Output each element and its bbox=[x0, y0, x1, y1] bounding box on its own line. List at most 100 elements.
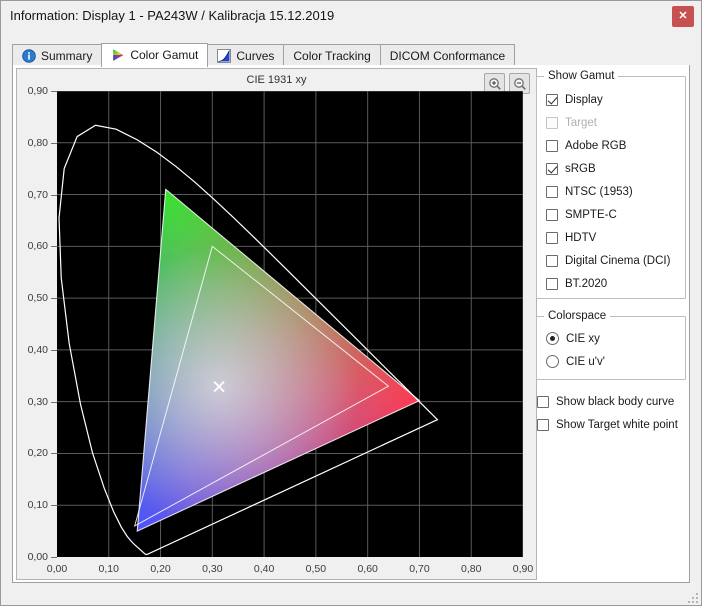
radio-icon bbox=[546, 332, 559, 345]
checkbox-icon bbox=[537, 418, 549, 431]
y-tick-mark bbox=[51, 194, 57, 196]
x-tick-label: 0,20 bbox=[150, 563, 171, 575]
checkbox-icon bbox=[546, 162, 558, 175]
checkbox-icon bbox=[546, 93, 558, 106]
resize-grip[interactable] bbox=[685, 590, 698, 603]
y-tick-mark bbox=[51, 349, 57, 351]
option-label: HDTV bbox=[565, 231, 597, 244]
option-label: CIE u'v' bbox=[566, 355, 605, 368]
checkbox-icon bbox=[546, 139, 558, 152]
zoom-out-icon bbox=[513, 77, 526, 90]
extra-options-list: Show black body curve Show Target white p… bbox=[536, 390, 686, 436]
y-tick-label: 0,60 bbox=[27, 240, 48, 253]
cie-chromaticity-plot: 0,00 0,10 0,20 0,30 0,40 0,50 0,60 0,70 0,80 0,90… bbox=[28, 85, 534, 575]
show-gamut-list: Display Target Adobe RGB sRGB NTSC (1953) SMP… bbox=[537, 77, 685, 295]
gamut-checkbox-target: Target bbox=[537, 111, 685, 134]
tab-label: Color Tracking bbox=[293, 48, 371, 63]
curves-icon bbox=[217, 48, 232, 63]
close-button[interactable]: ✕ bbox=[672, 6, 694, 27]
chart-title: CIE 1931 xy bbox=[246, 74, 307, 86]
y-tick-label: 0,30 bbox=[27, 395, 48, 408]
option-label: SMPTE-C bbox=[565, 208, 617, 221]
radio-icon bbox=[546, 355, 559, 368]
gamut-checkbox-smpte-c[interactable]: SMPTE-C bbox=[537, 203, 685, 226]
tab-label: Color Gamut bbox=[130, 47, 199, 62]
tab-content-color-gamut: CIE 1931 xy 0,00 0,10 0,20 0,30 0,40 0,5… bbox=[12, 65, 690, 583]
y-tick-label: 0,00 bbox=[27, 551, 48, 563]
zoom-in-icon bbox=[488, 77, 501, 90]
option-label: Display bbox=[565, 93, 603, 106]
y-tick-label: 0,50 bbox=[27, 292, 48, 305]
gamut-checkbox-adobe-rgb[interactable]: Adobe RGB bbox=[537, 134, 685, 157]
x-tick-label: 0,10 bbox=[98, 563, 119, 575]
tab-color-tracking[interactable]: Color Tracking bbox=[283, 44, 381, 66]
tab-curves[interactable]: Curves bbox=[207, 44, 285, 66]
y-tick-mark bbox=[51, 453, 57, 455]
tab-strip: Summary Color Gamut Curves Color Tracking DI… bbox=[12, 43, 690, 67]
display-gamut-fill bbox=[136, 188, 421, 533]
option-label: CIE xy bbox=[566, 332, 600, 345]
colorspace-list: CIE xy CIE u'v' bbox=[537, 317, 685, 373]
y-tick-label: 0,10 bbox=[27, 499, 48, 512]
gamut-checkbox-display[interactable]: Display bbox=[537, 88, 685, 111]
option-label: Target bbox=[565, 116, 597, 129]
option-label: NTSC (1953) bbox=[565, 185, 633, 198]
tab-list: Summary Color Gamut Curves Color Tracking DI… bbox=[12, 43, 516, 67]
extra-checkbox-0[interactable]: Show black body curve bbox=[536, 390, 686, 413]
window-title: Information: Display 1 - PA243W / Kalibr… bbox=[10, 8, 335, 23]
color-gamut-icon bbox=[111, 48, 125, 62]
checkbox-icon bbox=[546, 254, 558, 267]
y-tick-label: 0,20 bbox=[27, 447, 48, 460]
y-tick-label: 0,80 bbox=[27, 136, 48, 149]
y-tick-mark bbox=[51, 298, 57, 300]
colorspace-radio-0[interactable]: CIE xy bbox=[537, 327, 685, 350]
colorspace-title: Colorspace bbox=[544, 310, 611, 322]
checkbox-icon bbox=[546, 277, 558, 290]
option-label: Show Target white point bbox=[556, 418, 678, 431]
checkbox-icon bbox=[546, 208, 558, 221]
options-panel: Show Gamut Display Target Adobe RGB sRGB NTS… bbox=[536, 68, 686, 579]
x-tick-label: 0,60 bbox=[357, 563, 378, 575]
tab-color-gamut[interactable]: Color Gamut bbox=[101, 43, 209, 67]
show-gamut-group: Show Gamut Display Target Adobe RGB sRGB NTS… bbox=[536, 70, 686, 299]
show-gamut-title: Show Gamut bbox=[544, 70, 619, 82]
y-tick-mark bbox=[51, 505, 57, 507]
x-tick-label: 0,30 bbox=[202, 563, 223, 575]
option-label: Adobe RGB bbox=[565, 139, 627, 152]
information-window: Information: Display 1 - PA243W / Kalibr… bbox=[0, 0, 702, 606]
x-tick-label: 0,00 bbox=[46, 563, 68, 575]
tab-summary[interactable]: Summary bbox=[12, 44, 103, 66]
title-bar: Information: Display 1 - PA243W / Kalibr… bbox=[1, 1, 701, 33]
gamut-checkbox-srgb[interactable]: sRGB bbox=[537, 157, 685, 180]
tab-label: Curves bbox=[236, 48, 275, 63]
gamut-checkbox-bt-2020[interactable]: BT.2020 bbox=[537, 272, 685, 295]
y-tick-mark bbox=[51, 557, 57, 558]
y-tick-mark bbox=[51, 246, 57, 248]
x-tick-label: 0,50 bbox=[305, 563, 327, 575]
option-label: Show black body curve bbox=[556, 395, 675, 408]
checkbox-icon bbox=[546, 231, 558, 244]
info-icon bbox=[22, 48, 36, 63]
y-tick-label: 0,70 bbox=[27, 188, 48, 201]
colorspace-group: Colorspace CIE xy CIE u'v' bbox=[536, 310, 686, 380]
x-tick-label: 0,70 bbox=[409, 563, 430, 575]
extra-checkbox-1[interactable]: Show Target white point bbox=[536, 413, 686, 436]
gamut-checkbox-digital-cinema-dci-[interactable]: Digital Cinema (DCI) bbox=[537, 249, 685, 272]
gamut-checkbox-hdtv[interactable]: HDTV bbox=[537, 226, 685, 249]
y-tick-mark bbox=[51, 401, 57, 403]
colorspace-radio-1[interactable]: CIE u'v' bbox=[537, 350, 685, 373]
x-tick-label: 0,80 bbox=[461, 563, 482, 575]
gamut-checkbox-ntsc-1953-[interactable]: NTSC (1953) bbox=[537, 180, 685, 203]
checkbox-icon bbox=[546, 116, 558, 129]
option-label: sRGB bbox=[565, 162, 596, 175]
tab-dicom-conformance[interactable]: DICOM Conformance bbox=[379, 44, 516, 66]
tab-label: Summary bbox=[41, 48, 93, 63]
checkbox-icon bbox=[537, 395, 549, 408]
close-icon: ✕ bbox=[678, 10, 688, 22]
tab-label: DICOM Conformance bbox=[389, 48, 506, 63]
x-tick-label: 0,90 bbox=[512, 563, 534, 575]
checkbox-icon bbox=[546, 185, 558, 198]
y-tick-mark bbox=[51, 91, 57, 92]
chart-panel: CIE 1931 xy 0,00 0,10 0,20 0,30 0,40 0,5… bbox=[16, 68, 537, 580]
plot-canvas bbox=[57, 91, 523, 557]
